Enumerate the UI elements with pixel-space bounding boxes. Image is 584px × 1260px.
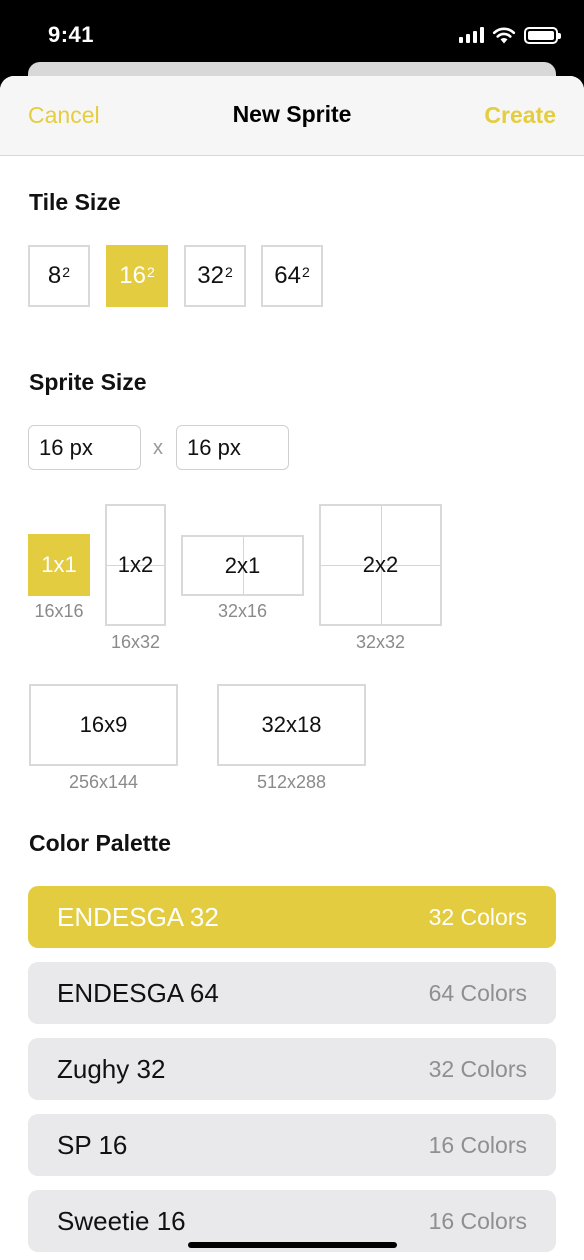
grid-option-2x1[interactable]: 2x1 <box>181 535 304 596</box>
grid-option-1x2[interactable]: 1x2 <box>105 504 166 626</box>
grid-option-label: 16x9 <box>79 712 128 737</box>
sprite-size-title: Sprite Size <box>29 369 147 395</box>
tile-size-base: 16 <box>119 262 146 289</box>
grid-option-size: 16x32 <box>110 632 161 652</box>
palette-name: Zughy 32 <box>57 1053 166 1084</box>
tile-size-exponent: 2 <box>301 264 310 280</box>
cellular-signal-icon <box>459 27 484 43</box>
wifi-icon <box>492 27 516 44</box>
tile-size-base: 64 <box>274 262 301 289</box>
status-time: 9:41 <box>48 22 95 47</box>
battery-icon <box>524 26 561 44</box>
palette-item-zughy-32[interactable]: Zughy 32 32 Colors <box>28 1038 556 1100</box>
grid-option-16x9[interactable]: 16x9 <box>29 684 178 766</box>
grid-option-2x2[interactable]: 2x2 <box>319 504 442 626</box>
tile-size-exponent: 2 <box>146 264 155 280</box>
grid-option-label: 1x2 <box>117 552 154 577</box>
tile-size-option-16[interactable]: 16 2 <box>106 245 168 307</box>
sprite-width-field[interactable]: 16 px <box>28 425 141 470</box>
tile-size-title: Tile Size <box>29 189 121 215</box>
status-bar: 9:41 <box>0 0 584 70</box>
palette-count: 32 Colors <box>428 1055 527 1082</box>
palette-count: 32 Colors <box>428 903 527 930</box>
palette-count: 16 Colors <box>428 1131 527 1158</box>
palette-item-sp-16[interactable]: SP 16 16 Colors <box>28 1114 556 1176</box>
palette-name: ENDESGA 64 <box>57 977 219 1008</box>
navigation-bar: Cancel New Sprite Create <box>0 76 584 156</box>
palette-name: SP 16 <box>57 1129 128 1160</box>
tile-size-base: 32 <box>197 262 224 289</box>
new-sprite-sheet: Cancel New Sprite Create Tile Size 82 16… <box>0 76 584 1260</box>
grid-option-size: 32x32 <box>355 632 406 652</box>
grid-option-32x18[interactable]: 32x18 <box>217 684 366 766</box>
size-separator: x <box>153 437 163 459</box>
status-icons <box>459 26 561 44</box>
palette-item-endesga-64[interactable]: ENDESGA 64 64 Colors <box>28 962 556 1024</box>
tile-size-option-8[interactable]: 82 <box>28 245 90 307</box>
grid-option-label: 1x1 <box>41 552 77 577</box>
grid-option-size: 32x16 <box>217 601 268 621</box>
grid-option-size: 256x144 <box>68 772 139 792</box>
palette-name: Sweetie 16 <box>57 1205 186 1236</box>
palette-count: 16 Colors <box>428 1207 527 1234</box>
home-indicator[interactable] <box>188 1242 397 1248</box>
tile-size-exponent: 2 <box>224 264 233 280</box>
tile-size-option-32[interactable]: 32 2 <box>184 245 246 307</box>
palette-count: 64 Colors <box>428 979 527 1006</box>
grid-option-size: 16x16 <box>34 601 84 621</box>
create-button[interactable]: Create <box>484 102 556 129</box>
grid-option-label: 2x1 <box>224 552 261 578</box>
sprite-height-field[interactable]: 16 px <box>176 425 289 470</box>
palette-item-endesga-32[interactable]: ENDESGA 32 32 Colors <box>28 886 556 948</box>
color-palette-title: Color Palette <box>29 830 171 856</box>
tile-size-base: 8 <box>47 262 62 289</box>
grid-option-label: 32x18 <box>261 712 322 737</box>
palette-name: ENDESGA 32 <box>57 901 219 932</box>
tile-size-option-64[interactable]: 64 2 <box>261 245 323 307</box>
grid-option-label: 2x2 <box>362 552 399 577</box>
tile-size-exponent: 2 <box>62 264 71 280</box>
grid-option-size: 512x288 <box>256 772 327 792</box>
grid-option-1x1[interactable]: 1x1 <box>28 534 90 596</box>
